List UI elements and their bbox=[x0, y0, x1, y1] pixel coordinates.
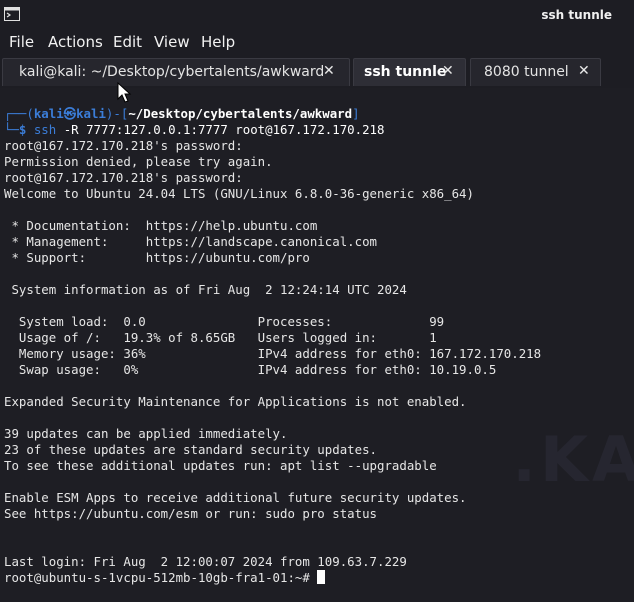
terminal-line: 23 of these updates are standard securit… bbox=[4, 442, 377, 457]
prompt-separator: )-[ bbox=[105, 106, 129, 121]
terminal-app-icon bbox=[4, 7, 20, 21]
terminal-line: Memory usage: 36% IPv4 address for eth0:… bbox=[4, 346, 542, 361]
terminal-text: ┌──(kali㉿kali)-[~/Desktop/cybertalents/a… bbox=[4, 106, 541, 586]
prompt-end: ] bbox=[352, 106, 360, 121]
terminal-line: Permission denied, please try again. bbox=[4, 154, 273, 169]
menu-help[interactable]: Help bbox=[201, 33, 235, 51]
terminal-line: root@167.172.170.218's password: bbox=[4, 138, 243, 153]
terminal-line: Swap usage: 0% IPv4 address for eth0: 10… bbox=[4, 362, 497, 377]
menu-edit[interactable]: Edit bbox=[113, 33, 142, 51]
terminal-line: Enable ESM Apps to receive additional fu… bbox=[4, 490, 467, 505]
terminal-line: * Management: https://landscape.canonica… bbox=[4, 234, 377, 249]
terminal-output[interactable]: .KA ┌──(kali㉿kali)-[~/Desktop/cybertalen… bbox=[0, 88, 634, 602]
terminal-line: See https://ubuntu.com/esm or run: sudo … bbox=[4, 506, 377, 521]
prompt-symbol: $ bbox=[18, 122, 34, 137]
tab-label: ssh tunnle bbox=[364, 64, 447, 80]
prompt-path: ~/Desktop/cybertalents/awkward bbox=[128, 106, 353, 121]
tab-label: 8080 tunnel bbox=[484, 64, 569, 80]
terminal-line: Last login: Fri Aug 2 12:00:07 2024 from… bbox=[4, 554, 407, 569]
terminal-line: Expanded Security Maintenance for Applic… bbox=[4, 394, 467, 409]
terminal-line: System information as of Fri Aug 2 12:24… bbox=[4, 282, 407, 297]
window-title: ssh tunnle bbox=[541, 8, 612, 22]
menu-view[interactable]: View bbox=[154, 33, 190, 51]
tab-ssh-tunnle[interactable]: ssh tunnle ✕ bbox=[353, 58, 466, 86]
terminal-line: Usage of /: 19.3% of 8.65GB Users logged… bbox=[4, 330, 437, 345]
menu-file[interactable]: File bbox=[9, 33, 34, 51]
prompt-corner-top: ┌──( bbox=[4, 106, 34, 121]
terminal-line: To see these additional updates run: apt… bbox=[4, 458, 437, 473]
terminal-line: * Support: https://ubuntu.com/pro bbox=[4, 250, 310, 265]
terminal-line: System load: 0.0 Processes: 99 bbox=[4, 314, 445, 329]
terminal-cursor bbox=[317, 570, 326, 584]
output-lines: root@167.172.170.218's password: Permiss… bbox=[4, 138, 541, 569]
prompt-corner-bottom: └─ bbox=[4, 122, 19, 137]
tab-label: kali@kali: ~/Desktop/cybertalents/awkwar… bbox=[19, 64, 325, 80]
prompt-args: -R 7777:127.0.0.1:7777 root@167.172.170.… bbox=[56, 122, 385, 137]
prompt-user: kali㉿kali bbox=[33, 106, 106, 121]
terminal-line: * Documentation: https://help.ubuntu.com bbox=[4, 218, 318, 233]
terminal-line: Welcome to Ubuntu 24.04 LTS (GNU/Linux 6… bbox=[4, 186, 474, 201]
menu-bar: File Actions Edit View Help bbox=[0, 30, 634, 56]
prompt-command: ssh bbox=[33, 122, 57, 137]
menu-actions[interactable]: Actions bbox=[48, 33, 103, 51]
tab-bar: kali@kali: ~/Desktop/cybertalents/awkwar… bbox=[0, 56, 634, 88]
terminal-line: root@167.172.170.218's password: bbox=[4, 170, 243, 185]
title-bar: ssh tunnle bbox=[0, 0, 634, 30]
prompt-line-bottom: └─$ ssh -R 7777:127.0.0.1:7777 root@167.… bbox=[4, 122, 384, 137]
mouse-pointer-icon bbox=[117, 82, 132, 103]
terminal-line: 39 updates can be applied immediately. bbox=[4, 426, 288, 441]
final-prompt: root@ubuntu-s-1vcpu-512mb-10gb-fra1-01:~… bbox=[4, 570, 318, 585]
close-icon[interactable]: ✕ bbox=[323, 63, 335, 79]
close-icon[interactable]: ✕ bbox=[578, 63, 590, 79]
close-icon[interactable]: ✕ bbox=[442, 63, 454, 79]
tab-8080-tunnel[interactable]: 8080 tunnel ✕ bbox=[470, 58, 601, 86]
tab-kali-awkward[interactable]: kali@kali: ~/Desktop/cybertalents/awkwar… bbox=[2, 58, 350, 86]
prompt-line-top: ┌──(kali㉿kali)-[~/Desktop/cybertalents/a… bbox=[4, 106, 360, 121]
